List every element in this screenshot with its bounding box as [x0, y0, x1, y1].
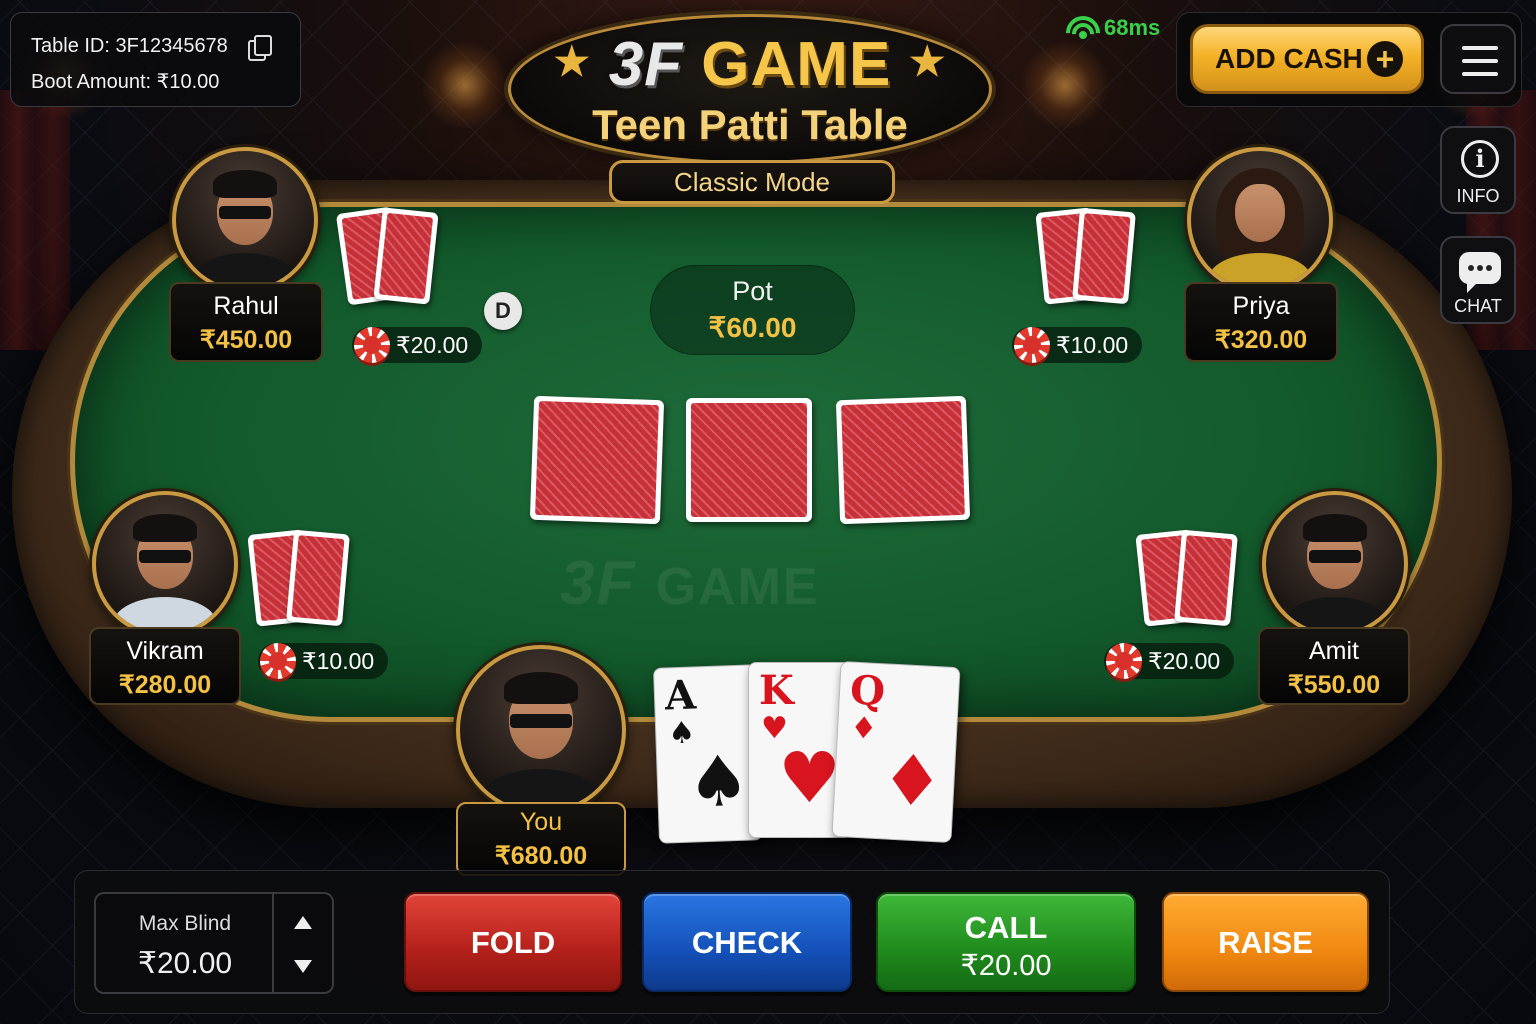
heart-icon: ♥ — [778, 737, 841, 819]
bet-pill: ₹10.00 — [1012, 327, 1143, 363]
chip-icon — [1014, 327, 1050, 363]
lamp-light — [420, 40, 510, 130]
player-plate-priya: Priya ₹320.00 — [1184, 282, 1338, 362]
page-title: Teen Patti Table — [592, 101, 908, 148]
player-balance: ₹450.00 — [199, 326, 293, 354]
player-plate-amit: Amit ₹550.00 — [1258, 627, 1410, 705]
menu-button[interactable] — [1440, 24, 1516, 94]
player-name: You — [519, 808, 563, 836]
player-balance: ₹320.00 — [1214, 326, 1308, 354]
center-card — [529, 395, 665, 525]
add-cash-button[interactable]: ADD CASH + — [1190, 24, 1424, 94]
card-rank: Q — [848, 666, 887, 716]
arrow-down-icon[interactable] — [294, 960, 312, 973]
avatar[interactable] — [92, 491, 238, 637]
hamburger-icon — [1462, 46, 1498, 76]
info-label: INFO — [1456, 186, 1500, 206]
call-label: CALL — [964, 910, 1048, 945]
player-card-back — [1174, 529, 1238, 627]
logo-game: GAME — [701, 30, 892, 99]
dealer-button: D — [484, 292, 522, 330]
plus-icon: + — [1367, 41, 1403, 77]
center-card — [835, 395, 971, 525]
chat-button[interactable]: CHAT — [1440, 236, 1516, 324]
center-card — [686, 398, 812, 522]
avatar[interactable] — [1262, 491, 1408, 637]
chip-icon — [260, 643, 296, 679]
player-name: Priya — [1232, 292, 1290, 320]
bet-pill: ₹10.00 — [258, 643, 389, 679]
avatar[interactable] — [1187, 147, 1333, 293]
lamp-light — [1020, 40, 1110, 130]
info-icon: i — [1461, 140, 1499, 178]
avatar[interactable] — [172, 147, 318, 293]
info-button[interactable]: i INFO — [1440, 126, 1516, 214]
blind-stepper: Max Blind ₹20.00 — [94, 892, 334, 994]
star-icon: ★ — [553, 40, 591, 84]
card-rank: A — [664, 671, 697, 720]
blind-value: ₹20.00 — [137, 947, 233, 980]
bet-pill: ₹20.00 — [1104, 643, 1235, 679]
fold-button[interactable]: FOLD — [404, 892, 622, 992]
player-plate-rahul: Rahul ₹450.00 — [169, 282, 323, 362]
blind-label: Max Blind — [138, 912, 232, 935]
player-name: Vikram — [126, 637, 204, 665]
add-cash-label: ADD CASH — [1215, 43, 1363, 74]
title-plaque: ★ 3F GAME ★ Teen Patti Table — [508, 14, 992, 164]
call-amount: ₹20.00 — [960, 950, 1052, 982]
player-plate-vikram: Vikram ₹280.00 — [89, 627, 241, 705]
star-icon: ★ — [909, 40, 947, 84]
table-id: Table ID: 3F12345678 — [31, 35, 228, 57]
diamond-icon: ♦ — [849, 710, 878, 747]
player-plate-you: You ₹680.00 — [456, 802, 626, 876]
bet-pill: ₹20.00 — [352, 327, 483, 363]
pot-display: Pot ₹60.00 — [650, 265, 855, 355]
player-card-back — [286, 529, 350, 627]
bet-amount: ₹10.00 — [302, 648, 375, 674]
logo-3f: 3F — [608, 30, 684, 99]
divider — [272, 894, 274, 992]
bet-amount: ₹20.00 — [1148, 648, 1221, 674]
boot-amount: Boot Amount: ₹10.00 — [31, 71, 220, 93]
wifi-icon — [1058, 8, 1108, 58]
pot-amount: ₹60.00 — [708, 312, 797, 343]
chip-icon — [354, 327, 390, 363]
my-card[interactable]: Q ♦ ♦ — [831, 660, 961, 844]
arrow-up-icon[interactable] — [294, 916, 312, 929]
player-name: Amit — [1309, 637, 1359, 665]
player-balance: ₹550.00 — [1287, 671, 1381, 699]
my-card[interactable]: A ♠ ♠ — [652, 664, 764, 844]
table-info-panel: Table ID: 3F12345678 Boot Amount: ₹10.00 — [10, 12, 301, 107]
watermark-game: GAME — [655, 558, 820, 616]
chat-icon — [1459, 252, 1501, 293]
player-card-back — [1072, 207, 1136, 305]
felt-watermark: 3F GAME — [560, 548, 820, 619]
player-name: Rahul — [213, 292, 279, 320]
ping-indicator: 68ms — [1104, 15, 1161, 40]
pot-label: Pot — [732, 276, 773, 306]
bet-amount: ₹10.00 — [1056, 332, 1129, 358]
player-balance: ₹280.00 — [118, 671, 212, 699]
card-rank: K — [759, 667, 794, 714]
raise-button[interactable]: RAISE — [1162, 892, 1369, 992]
chip-icon — [1106, 643, 1142, 679]
avatar[interactable] — [456, 645, 626, 815]
diamond-icon: ♦ — [878, 738, 946, 824]
game-mode-badge: Classic Mode — [609, 160, 895, 204]
call-button[interactable]: CALL ₹20.00 — [876, 892, 1136, 992]
player-balance: ₹680.00 — [494, 842, 588, 870]
chat-label: CHAT — [1454, 296, 1502, 316]
bet-amount: ₹20.00 — [396, 332, 469, 358]
check-button[interactable]: CHECK — [642, 892, 852, 992]
player-card-back — [373, 207, 439, 305]
copy-icon[interactable] — [248, 35, 272, 61]
curtain — [0, 90, 70, 350]
spade-icon: ♠ — [685, 739, 752, 824]
game-logo: ★ 3F GAME ★ — [511, 29, 989, 100]
watermark-3f: 3F — [560, 549, 637, 618]
